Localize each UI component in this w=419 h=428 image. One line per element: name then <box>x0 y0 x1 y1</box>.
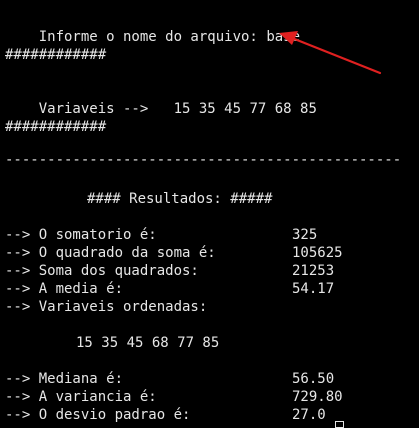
results-header: #### Resultados: ##### <box>87 191 273 207</box>
prompt-label: Informe o nome do arquivo: <box>38 29 258 45</box>
stat-value: 56.50 <box>292 371 335 387</box>
result-label: --> O somatorio é: <box>5 227 157 243</box>
stat-label: --> O desvio padrao é: <box>5 407 191 423</box>
stat-value: 27.0 <box>292 407 326 423</box>
result-value: 21253 <box>292 263 335 279</box>
stat-label: --> Mediana é: <box>5 371 124 387</box>
stat-value: 729.80 <box>292 389 343 405</box>
prompt-value[interactable]: base <box>266 29 300 45</box>
result-label: --> Soma dos quadrados: <box>5 263 199 279</box>
variables-label: Variaveis --> <box>38 101 149 117</box>
variables-line: Variaveis --> 15 35 45 77 68 85 <box>5 82 317 117</box>
sorted-values: 15 35 45 68 77 85 <box>76 335 220 351</box>
terminal-window[interactable]: Informe o nome do arquivo: base ########… <box>0 0 419 428</box>
result-label: --> A media é: <box>5 281 124 297</box>
cursor-icon <box>335 421 344 428</box>
sorted-label: --> Variaveis ordenadas: <box>5 299 208 315</box>
variables-values: 15 35 45 77 68 85 <box>173 101 317 117</box>
result-value: 54.17 <box>292 281 335 297</box>
hash-line-bottom: ############ <box>5 119 107 135</box>
result-value: 325 <box>292 227 318 243</box>
hash-line-top: ############ <box>5 47 107 63</box>
result-label: --> O quadrado da soma é: <box>5 245 216 261</box>
separator-line: ----------------------------------------… <box>5 152 402 168</box>
result-value: 105625 <box>292 245 343 261</box>
prompt-line: Informe o nome do arquivo: base <box>5 10 300 45</box>
ghost-text <box>60 44 419 84</box>
stat-label: --> A variancia é: <box>5 389 157 405</box>
